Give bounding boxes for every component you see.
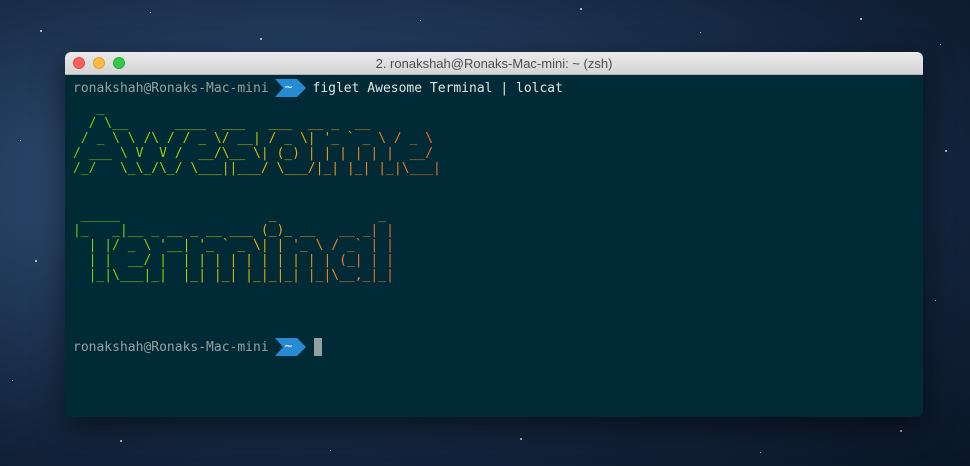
command-prompt-line: ronakshah@Ronaks-Mac-mini ~ figlet Aweso…: [73, 79, 915, 97]
terminal-window[interactable]: 2. ronakshah@Ronaks-Mac-mini: ~ (zsh) ro…: [65, 52, 923, 417]
prompt-user: ronakshah@Ronaks-Mac-mini: [73, 80, 269, 96]
prompt-user: ronakshah@Ronaks-Mac-mini: [73, 339, 269, 355]
figlet-output-awesome: _ / \__ ____ ___ ___ __ _ __ / _ \ \ /\ …: [73, 101, 441, 176]
text-cursor: [313, 338, 322, 356]
window-title: 2. ronakshah@Ronaks-Mac-mini: ~ (zsh): [375, 56, 613, 71]
figlet-output-terminal: _____ _ _ |_ _|__ _ __ _ __ ___ (_)_ __ …: [73, 208, 394, 283]
terminal-content[interactable]: ronakshah@Ronaks-Mac-mini ~ figlet Aweso…: [73, 79, 915, 417]
prompt-dir: ~: [282, 79, 297, 97]
command-text: figlet Awesome Terminal | lolcat: [312, 80, 563, 96]
title-bar[interactable]: 2. ronakshah@Ronaks-Mac-mini: ~ (zsh): [65, 52, 923, 75]
prompt-dir-segment: ~: [274, 338, 306, 356]
prompt-dir-segment: ~: [274, 79, 306, 97]
active-prompt-line[interactable]: ronakshah@Ronaks-Mac-mini ~: [73, 338, 322, 356]
prompt-dir: ~: [282, 338, 297, 356]
